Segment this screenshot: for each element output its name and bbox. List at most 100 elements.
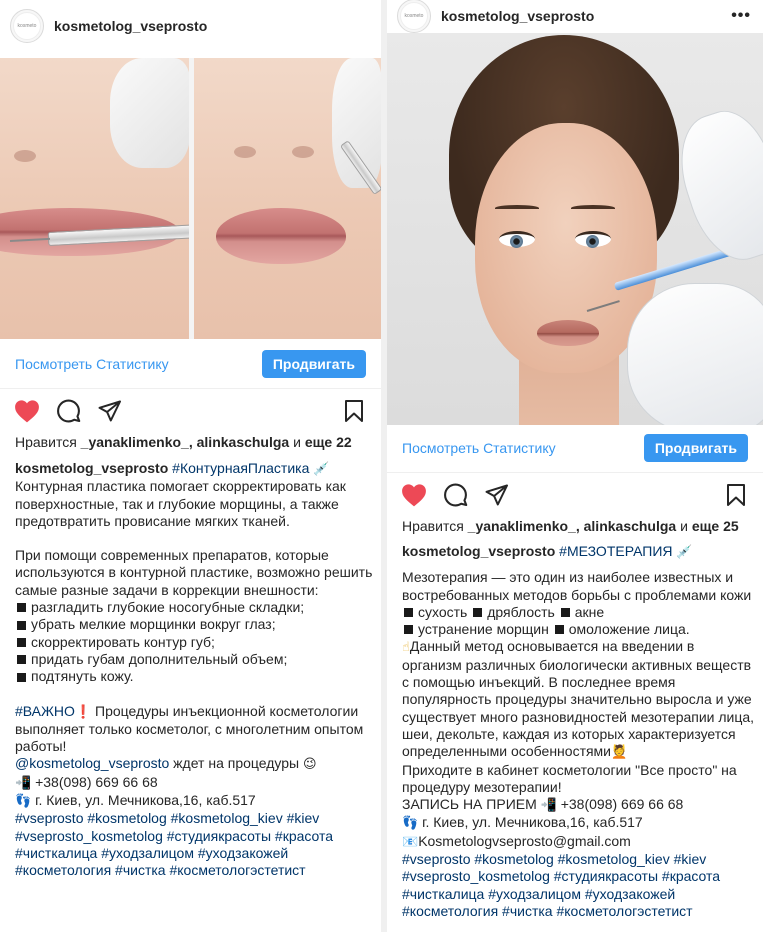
comment-icon[interactable]: [55, 398, 81, 424]
comment-icon[interactable]: [442, 482, 468, 508]
eye-shape: [499, 231, 535, 248]
post-image[interactable]: [387, 33, 763, 425]
nostril-shape: [234, 146, 256, 158]
caption-hashtag[interactable]: #КонтурнаяПластика: [172, 460, 309, 476]
heart-icon[interactable]: [14, 398, 40, 424]
caption-hashtags[interactable]: #vseprosto #kosmetolog #kosmetolog_kiev …: [15, 810, 373, 879]
post-caption: kosmetolog_vseprosto #МЕЗОТЕРАПИЯ 💉 Мезо…: [402, 543, 755, 920]
post-username[interactable]: kosmetolog_vseprosto: [54, 18, 369, 34]
likes-count[interactable]: еще 22: [305, 434, 352, 450]
bookmark-icon[interactable]: [723, 482, 749, 508]
caption-body: ☝Данный метод основывается на введении в…: [402, 638, 755, 761]
exclamation-icon: ❗: [74, 704, 92, 720]
action-bar: [387, 480, 763, 510]
caption-hashtags[interactable]: #vseprosto #kosmetolog #kosmetolog_kiev …: [402, 851, 755, 920]
square-bullet-icon: [560, 608, 570, 618]
promo-bar: Посмотреть Статистику Продвигать: [0, 339, 381, 389]
wink-emoji: 😉: [303, 757, 317, 773]
square-bullet-icon: [404, 625, 413, 635]
lip-injection-photo-right: [194, 58, 381, 339]
lips-shape: [537, 320, 599, 346]
caption-hashtag[interactable]: #МЕЗОТЕРАПИЯ: [559, 543, 672, 559]
action-bar: [0, 396, 381, 426]
caption-items: устранение морщин омоложение лица.: [402, 621, 755, 638]
eye-shape: [575, 231, 611, 248]
address: г. Киев, ул. Мечникова,16, каб.517: [31, 792, 256, 809]
post-image[interactable]: [0, 58, 381, 339]
square-bullet-icon: [473, 608, 483, 618]
caption-username[interactable]: kosmetolog_vseprosto: [15, 460, 168, 476]
likes-and: и: [680, 518, 688, 534]
bullet-item: подтянуть кожу.: [15, 668, 373, 685]
bullet-item: разгладить глубокие носогубные складки;: [15, 599, 373, 616]
likes-prefix: Нравится: [402, 518, 464, 534]
mesotherapy-portrait: [387, 33, 763, 425]
caption-username[interactable]: kosmetolog_vseprosto: [402, 543, 555, 559]
right-post: kosmeto kosmetolog_vseprosto ••• Посмотр…: [387, 0, 763, 932]
likes-prefix: Нравится: [15, 434, 77, 450]
bullet-item: убрать мелкие морщинки вокруг глаз;: [15, 616, 373, 633]
lips-shape: [216, 208, 346, 264]
more-options-icon[interactable]: •••: [731, 7, 751, 25]
caption-intro: Мезотерапия — это один из наиболее извес…: [402, 569, 752, 620]
brow-shape: [495, 205, 539, 211]
caption-paragraph-1: Контурная пластика помогает скорректиров…: [15, 478, 346, 529]
phone-icon: 📲: [15, 775, 32, 791]
square-bullet-icon: [404, 608, 413, 618]
pointing-finger-icon: ☝: [402, 640, 410, 656]
glove-shape: [110, 58, 189, 168]
caption-invite: Приходите в кабинет косметологии "Все пр…: [402, 761, 737, 795]
bullet-item: придать губам дополнительный объем;: [15, 651, 373, 668]
phone-number: +38(098) 669 66 68: [556, 796, 684, 813]
square-bullet-icon: [554, 625, 564, 635]
lip-injection-photo-left: [0, 58, 189, 339]
phone-number: +38(098) 669 66 68: [31, 773, 158, 790]
footprints-icon: 👣: [402, 816, 419, 832]
spa-emoji: 💆: [611, 745, 628, 761]
nostril-shape: [292, 146, 314, 158]
syringe-emoji: 💉: [676, 545, 693, 560]
likes-line: Нравится _yanaklimenko_, alinkaschulga и…: [15, 434, 371, 450]
square-bullet-icon: [17, 620, 26, 630]
heart-icon[interactable]: [401, 482, 427, 508]
square-bullet-icon: [17, 637, 26, 647]
avatar-logo: kosmeto: [400, 2, 428, 30]
footprints-icon: 👣: [15, 794, 32, 810]
square-bullet-icon: [17, 655, 26, 665]
avatar-logo: kosmeto: [13, 12, 41, 40]
nostril-shape: [14, 150, 36, 162]
avatar[interactable]: kosmeto: [10, 9, 44, 43]
post-username[interactable]: kosmetolog_vseprosto: [441, 8, 731, 24]
glove-shape: [666, 100, 763, 272]
share-icon[interactable]: [483, 482, 509, 508]
likes-users[interactable]: _yanaklimenko_, alinkaschulga: [81, 434, 290, 450]
email: Kosmetologvseprosto@gmail.com: [418, 832, 631, 849]
promo-bar: Посмотреть Статистику Продвигать: [387, 423, 763, 473]
caption-paragraph-2: При помощи современных препаратов, котор…: [15, 547, 373, 598]
glove-shape: [627, 283, 763, 425]
likes-count[interactable]: еще 25: [692, 518, 739, 534]
brow-shape: [571, 205, 615, 211]
booking-label: ЗАПИСЬ НА ПРИЕМ: [402, 796, 541, 813]
likes-line: Нравится _yanaklimenko_, alinkaschulga и…: [402, 518, 753, 534]
avatar[interactable]: kosmeto: [397, 0, 431, 33]
phone-icon: 📲: [540, 798, 557, 814]
bookmark-icon[interactable]: [341, 398, 367, 424]
promote-button[interactable]: Продвигать: [261, 349, 366, 378]
mention-link[interactable]: @kosmetolog_vseprosto: [15, 755, 169, 771]
bullet-item: скорректировать контур губ;: [15, 634, 373, 651]
square-bullet-icon: [17, 672, 26, 682]
view-insights-link[interactable]: Посмотреть Статистику: [15, 356, 169, 372]
left-post: kosmeto kosmetolog_vseprosto Посмотреть …: [0, 0, 381, 932]
post-header: kosmeto kosmetolog_vseprosto: [0, 4, 381, 48]
square-bullet-icon: [17, 603, 26, 613]
syringe-emoji: 💉: [313, 462, 330, 477]
likes-users[interactable]: _yanaklimenko_, alinkaschulga: [468, 518, 677, 534]
mail-icon: 📧: [402, 834, 419, 850]
share-icon[interactable]: [96, 398, 122, 424]
address: г. Киев, ул. Мечникова,16, каб.517: [418, 814, 643, 831]
important-hashtag[interactable]: #ВАЖНО: [15, 703, 75, 719]
promote-button[interactable]: Продвигать: [643, 433, 748, 462]
view-insights-link[interactable]: Посмотреть Статистику: [402, 440, 556, 456]
post-caption: kosmetolog_vseprosto #КонтурнаяПластика …: [15, 460, 373, 879]
